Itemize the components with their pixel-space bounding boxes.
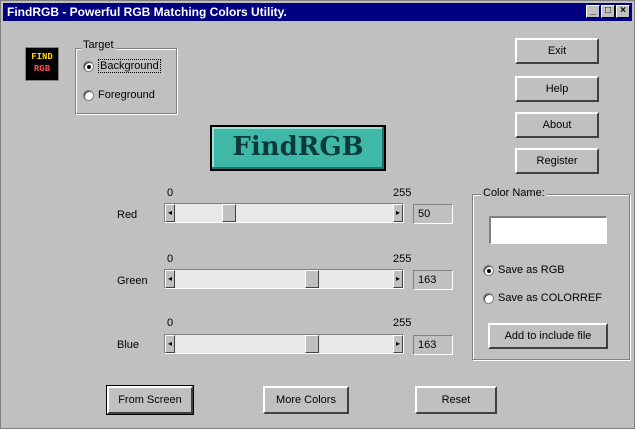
radio-button-icon (483, 264, 494, 276)
window-title: FindRGB - Powerful RGB Matching Colors U… (7, 5, 287, 19)
green-label: Green (117, 275, 148, 287)
title-bar[interactable]: FindRGB - Powerful RGB Matching Colors U… (3, 3, 632, 21)
minimize-button[interactable]: _ (586, 5, 600, 18)
maximize-button[interactable]: □ (601, 5, 615, 18)
app-logo-icon: FIND RGB (25, 47, 59, 81)
register-button[interactable]: Register (515, 148, 599, 174)
blue-value: 163 (413, 335, 453, 355)
radio-foreground[interactable]: Foreground (83, 89, 155, 101)
blue-slider[interactable]: ◂ ▸ (164, 334, 404, 354)
more-colors-button[interactable]: More Colors (263, 386, 349, 414)
blue-min-label: 0 (167, 317, 174, 329)
radio-foreground-label: Foreground (98, 89, 155, 101)
from-screen-button[interactable]: From Screen (106, 385, 194, 415)
red-label: Red (117, 209, 138, 221)
radio-save-rgb-label: Save as RGB (498, 264, 565, 276)
green-value: 163 (413, 270, 453, 290)
blue-label: Blue (117, 339, 140, 351)
reset-button[interactable]: Reset (415, 386, 497, 414)
app-banner: FindRGB (210, 125, 386, 171)
add-to-include-file-button[interactable]: Add to include file (488, 323, 608, 349)
color-name-field[interactable] (489, 216, 607, 244)
right-arrow-icon[interactable]: ▸ (393, 204, 403, 222)
logo-text-line1: FIND (31, 52, 53, 62)
green-max-label: 255 (393, 253, 412, 265)
radio-save-colorref-label: Save as COLORREF (498, 292, 602, 304)
target-group-label: Target (81, 39, 116, 51)
blue-max-label: 255 (393, 317, 412, 329)
red-slider[interactable]: ◂ ▸ (164, 203, 404, 223)
left-arrow-icon[interactable]: ◂ (165, 270, 175, 288)
right-arrow-icon[interactable]: ▸ (393, 270, 403, 288)
help-button[interactable]: Help (515, 76, 599, 102)
radio-save-rgb[interactable]: Save as RGB (483, 264, 565, 276)
green-min-label: 0 (167, 253, 174, 265)
red-value: 50 (413, 204, 453, 224)
green-slider[interactable]: ◂ ▸ (164, 269, 404, 289)
left-arrow-icon[interactable]: ◂ (165, 204, 175, 222)
close-button[interactable]: × (616, 5, 630, 18)
exit-button[interactable]: Exit (515, 38, 599, 64)
red-slider-thumb[interactable] (222, 204, 236, 222)
about-button[interactable]: About (515, 112, 599, 138)
radio-button-icon (83, 89, 94, 101)
red-min-label: 0 (167, 187, 174, 199)
radio-button-icon (83, 60, 94, 72)
left-arrow-icon[interactable]: ◂ (165, 335, 175, 353)
green-slider-thumb[interactable] (305, 270, 319, 288)
radio-background-label: Background (98, 59, 161, 73)
target-group (75, 48, 177, 114)
radio-background[interactable]: Background (83, 59, 161, 73)
red-max-label: 255 (393, 187, 412, 199)
right-arrow-icon[interactable]: ▸ (393, 335, 403, 353)
logo-text-line2: RGB (33, 64, 51, 74)
radio-button-icon (483, 292, 494, 304)
blue-slider-thumb[interactable] (305, 335, 319, 353)
radio-save-colorref[interactable]: Save as COLORREF (483, 292, 602, 304)
color-name-label: Color Name: (481, 187, 547, 199)
app-window: FindRGB - Powerful RGB Matching Colors U… (0, 0, 635, 429)
